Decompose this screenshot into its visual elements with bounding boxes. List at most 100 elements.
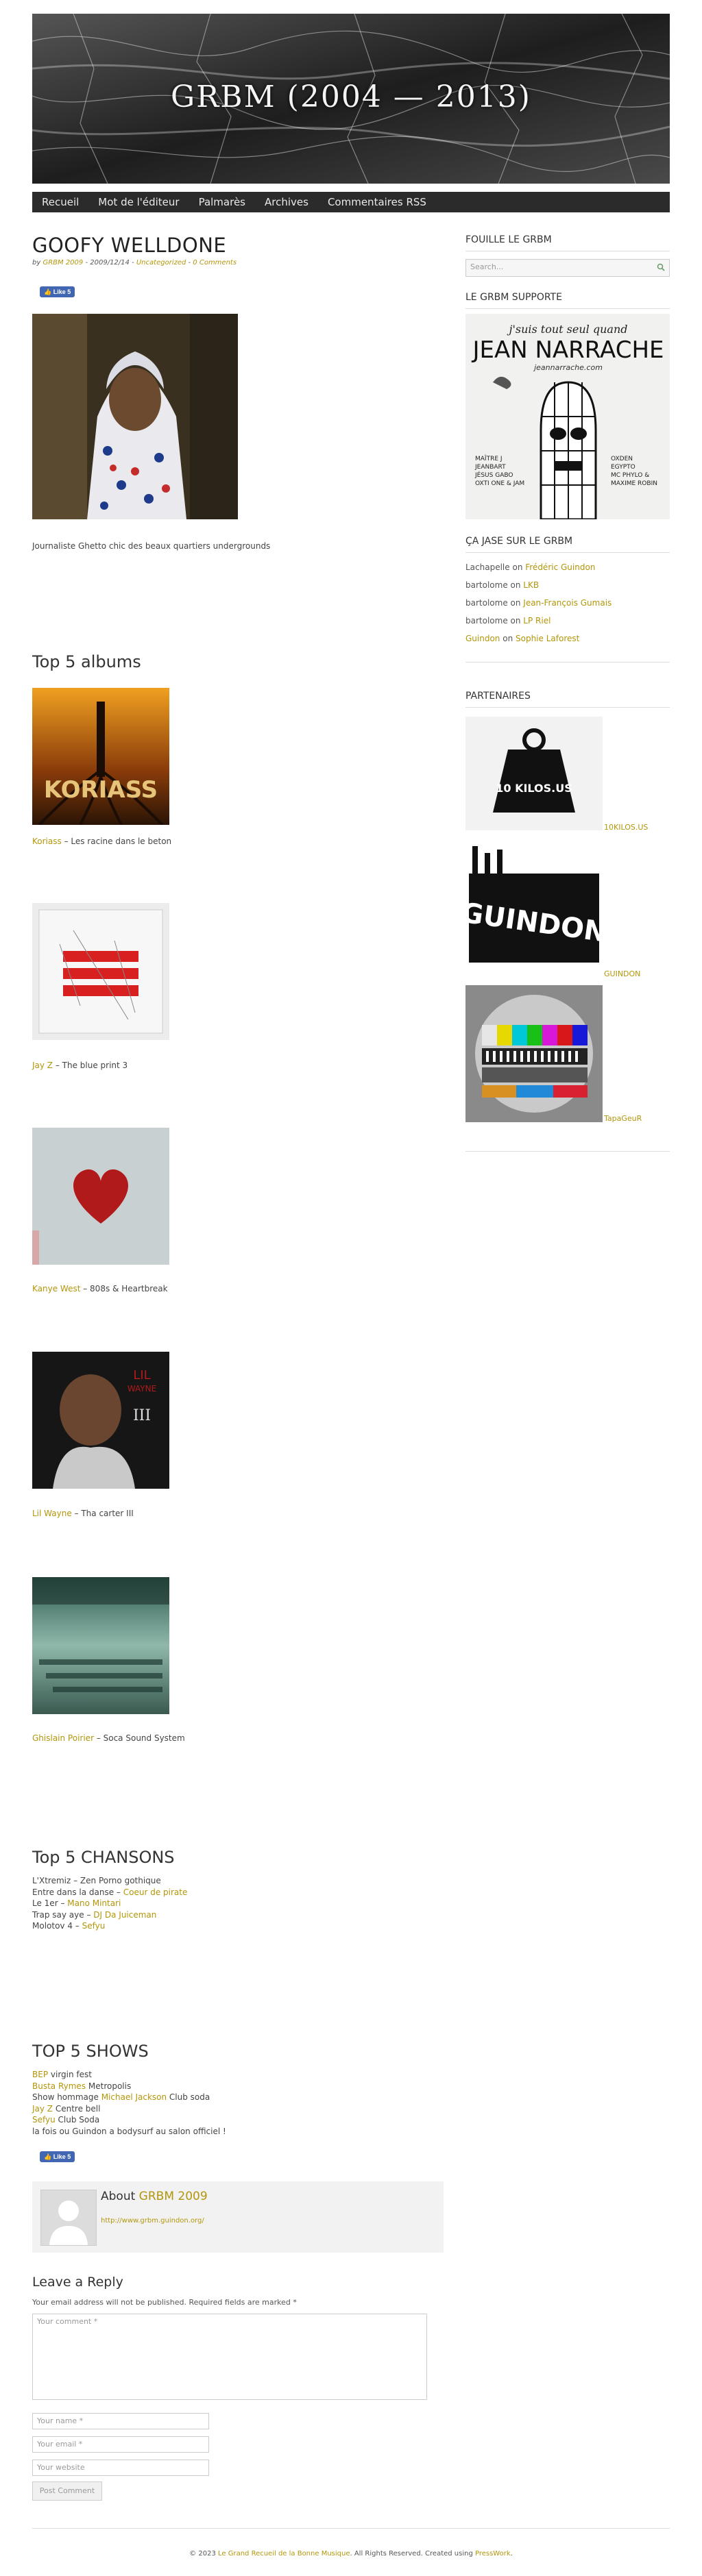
comment-post-link[interactable]: Sophie Laforest <box>516 634 579 643</box>
email-placeholder: Your email * <box>37 2440 83 2449</box>
show-artist-link[interactable]: Sefyu <box>32 2115 56 2125</box>
album-cover-soca <box>32 1577 169 1714</box>
name-placeholder: Your name * <box>37 2416 84 2425</box>
website-field[interactable]: Your website <box>32 2460 209 2476</box>
list-item: Guindon on Sophie Laforest <box>465 630 670 647</box>
thumbs-up-icon: 👍 <box>44 288 52 295</box>
list-item: Trap say aye – DJ Da Juiceman <box>32 1909 187 1921</box>
post-meta: by GRBM 2009 - 2009/12/14 - Uncategorize… <box>32 259 237 267</box>
email-field[interactable]: Your email * <box>32 2436 209 2453</box>
album-artist-link[interactable]: Koriass <box>32 837 62 846</box>
album-artist-link[interactable]: Kanye West <box>32 1284 80 1293</box>
post-description: Journaliste Ghetto chic des beaux quarti… <box>32 541 271 551</box>
show-artist-link[interactable]: Michael Jackson <box>101 2092 167 2102</box>
partner-link-10kilos[interactable]: 10KILOS.US <box>604 823 648 832</box>
name-field[interactable]: Your name * <box>32 2413 209 2429</box>
meta-comments-link[interactable]: 0 Comments <box>193 259 237 267</box>
author-box: About GRBM 2009 http://www.grbm.guindon.… <box>32 2181 444 2253</box>
site-banner[interactable]: GRBM (2004 — 2013) <box>32 14 670 184</box>
shows-heading: TOP 5 SHOWS <box>32 2042 149 2061</box>
poster-line1: j'suis tout seul quand <box>507 323 628 336</box>
list-item: BEP virgin fest <box>32 2069 226 2081</box>
svg-text:WAYNE: WAYNE <box>128 1384 156 1394</box>
songs-heading: Top 5 CHANSONS <box>32 1848 175 1867</box>
album-cover-koriass: KORIASS <box>32 688 169 825</box>
partner-logo-10kilos[interactable]: 10 KILOS.US <box>465 717 603 830</box>
meta-author-link[interactable]: GRBM 2009 <box>43 259 83 267</box>
songs-list: L'Xtremiz – Zen Porno gothique Entre dan… <box>32 1875 187 1932</box>
post-comment-button[interactable]: Post Comment <box>32 2481 102 2501</box>
album-cover-carter3: LIL WAYNE III <box>32 1352 169 1489</box>
recent-comments-list: Lachapelle on Frédéric Guindon bartolome… <box>465 558 670 647</box>
comment-author: bartolome <box>465 598 508 608</box>
show-venue: Club soda <box>167 2092 210 2102</box>
footer-copyright: © 2023 <box>189 2550 218 2558</box>
comment-author-link[interactable]: Guindon <box>465 634 500 643</box>
poster-right-0: OXDEN <box>611 456 633 462</box>
show-artist-link[interactable]: Jay Z <box>32 2104 53 2114</box>
partner-logo-tapageur[interactable] <box>465 985 603 1122</box>
list-item: L'Xtremiz – Zen Porno gothique <box>32 1875 187 1887</box>
fb-like-label: Like 5 <box>53 2153 71 2160</box>
search-input[interactable]: Search... <box>465 259 670 277</box>
list-item: Sefyu Club Soda <box>32 2114 226 2126</box>
album-artist-link[interactable]: Jay Z <box>32 1061 53 1070</box>
song-artist-link[interactable]: DJ Da Juiceman <box>93 1910 156 1920</box>
footer-theme-link[interactable]: PressWork <box>475 2550 511 2558</box>
song-artist-link[interactable]: Coeur de pirate <box>123 1887 188 1897</box>
facebook-like-button[interactable]: 👍 Like 5 <box>40 2151 75 2162</box>
poster-left-3: OXTI ONE & JAM <box>475 480 524 487</box>
song-artist-link[interactable]: Sefyu <box>82 1921 106 1931</box>
poster-left-1: JEANBART <box>474 464 506 471</box>
list-item: Jay Z Centre bell <box>32 2103 226 2115</box>
album-title: – Soca Sound System <box>94 1733 185 1743</box>
comment-post-link[interactable]: LKB <box>523 580 539 590</box>
post-title[interactable]: GOOFY WELLDONE <box>32 234 226 257</box>
jean-narrache-poster[interactable]: j'suis tout seul quand JEAN NARRACHE jea… <box>465 314 670 519</box>
partner-link-tapageur[interactable]: TapaGeuR <box>604 1114 642 1123</box>
album-caption: Kanye West – 808s & Heartbreak <box>32 1284 168 1293</box>
album-artist-link[interactable]: Lil Wayne <box>32 1509 72 1518</box>
author-website-link[interactable]: http://www.grbm.guindon.org/ <box>101 2217 204 2225</box>
comment-textarea[interactable]: Your comment * <box>32 2314 427 2400</box>
footer-site-link[interactable]: Le Grand Recueil de la Bonne Musique <box>218 2550 350 2558</box>
reply-note: Your email address will not be published… <box>32 2298 297 2307</box>
partners-heading: PARTENAIRES <box>465 691 670 708</box>
footer-end: . <box>510 2550 513 2558</box>
comment-post-link[interactable]: Jean-François Gumais <box>523 598 612 608</box>
facebook-like-button[interactable]: 👍 Like 5 <box>40 286 75 297</box>
recent-comments-heading: ÇA JASE SUR LE GRBM <box>465 536 670 553</box>
main-nav: Recueil Mot de l'éditeur Palmarès Archiv… <box>32 192 670 212</box>
author-name-link[interactable]: GRBM 2009 <box>139 2190 208 2203</box>
meta-category-link[interactable]: Uncategorized <box>136 259 186 267</box>
poster-left-0: MAÎTRE J <box>475 454 503 462</box>
search-icon[interactable] <box>657 263 665 271</box>
album-artist-link[interactable]: Ghislain Poirier <box>32 1733 94 1743</box>
album-caption: Lil Wayne – Tha carter III <box>32 1509 134 1518</box>
partner-link-guindon[interactable]: GUINDON <box>604 969 640 978</box>
shows-list: BEP virgin fest Busta Rymes Metropolis S… <box>32 2069 226 2137</box>
partner-logo-guindon[interactable]: GUINDON <box>459 846 609 969</box>
svg-text:III: III <box>133 1407 151 1424</box>
song-text: Molotov 4 – <box>32 1921 82 1931</box>
show-artist-link[interactable]: BEP <box>32 2070 48 2079</box>
comment-post-link[interactable]: Frédéric Guindon <box>525 562 595 572</box>
album-title: – 808s & Heartbreak <box>80 1284 168 1293</box>
site-title[interactable]: GRBM (2004 — 2013) <box>32 79 670 114</box>
nav-item-palmares[interactable]: Palmarès <box>189 192 255 212</box>
svg-text:LIL: LIL <box>133 1368 150 1383</box>
show-artist-link[interactable]: Busta Rymes <box>32 2081 86 2091</box>
nav-item-rss[interactable]: Commentaires RSS <box>318 192 436 212</box>
nav-item-editeur[interactable]: Mot de l'éditeur <box>88 192 189 212</box>
meta-by: by <box>32 259 41 267</box>
song-artist-link[interactable]: Mano Mintari <box>67 1898 121 1908</box>
list-item: bartolome on LP Riel <box>465 612 670 630</box>
show-venue: Club Soda <box>55 2115 100 2125</box>
comment-post-link[interactable]: LP Riel <box>523 616 550 626</box>
nav-item-archives[interactable]: Archives <box>255 192 318 212</box>
album-caption: Koriass – Les racine dans le beton <box>32 837 171 846</box>
song-text: Le 1er – <box>32 1898 68 1908</box>
nav-item-recueil[interactable]: Recueil <box>32 192 88 212</box>
albums-heading: Top 5 albums <box>32 652 141 671</box>
author-about: About <box>101 2190 139 2203</box>
